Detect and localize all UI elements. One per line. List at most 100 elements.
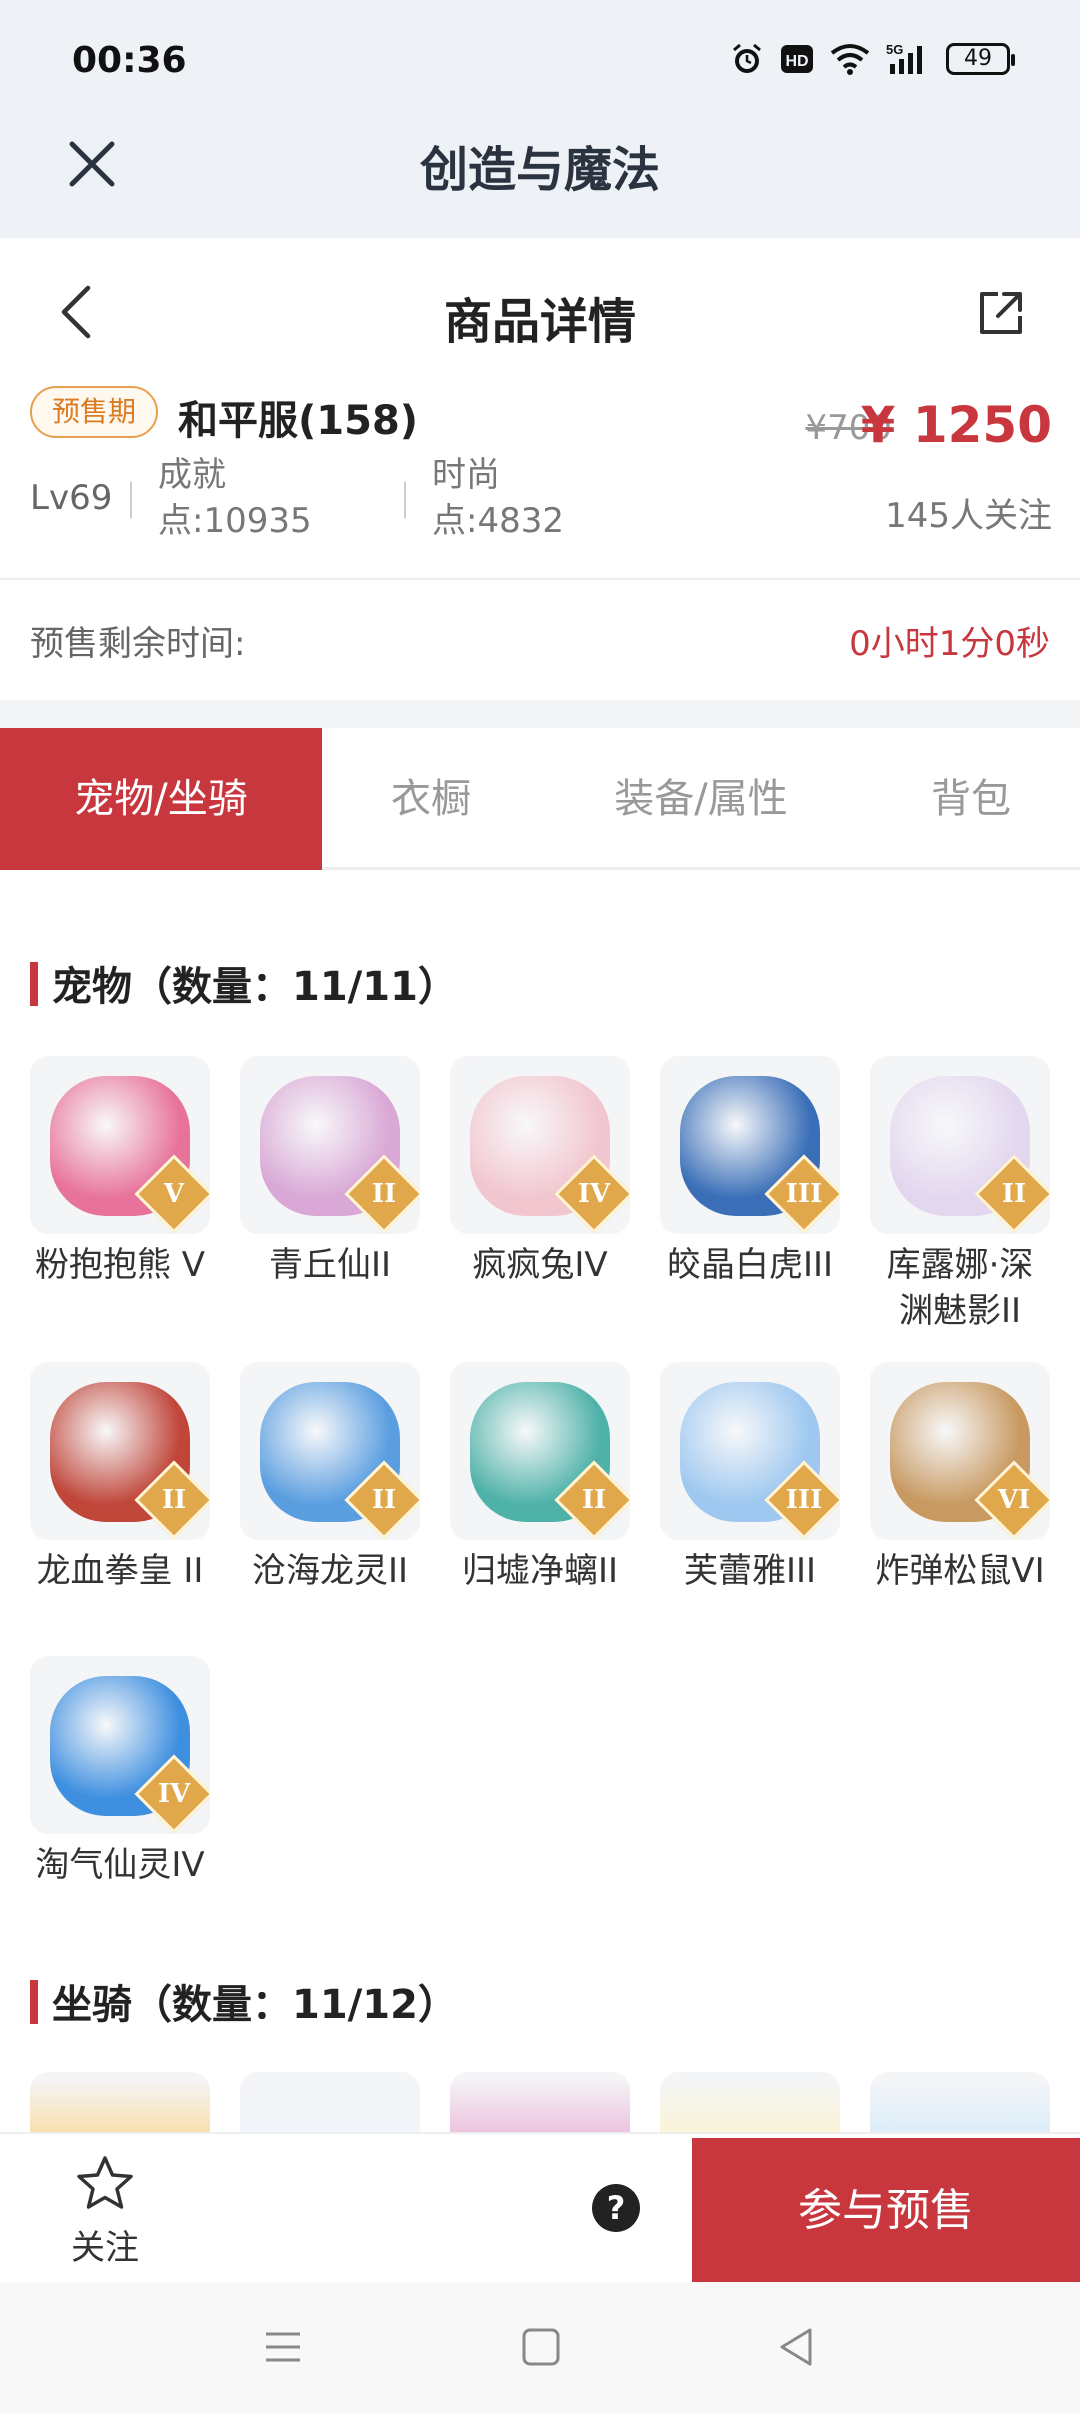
divider <box>404 482 406 518</box>
wifi-icon <box>830 42 870 76</box>
status-icons: HD 5G 49 <box>730 42 1015 76</box>
server-name: 和平服(158) <box>178 398 419 444</box>
pet-name: 炸弹松鼠VI <box>875 1551 1045 1591</box>
menu-icon[interactable] <box>258 2322 308 2372</box>
pet-image: III <box>660 1056 840 1234</box>
app-title: 创造与魔法 <box>419 142 660 198</box>
fashion-points: 时尚 点:4832 <box>432 452 564 544</box>
status-time: 00:36 <box>72 40 187 81</box>
svg-text:HD: HD <box>785 53 808 70</box>
pets-section-title: 宠物（数量：11/11） <box>30 954 458 1012</box>
star-icon <box>77 2156 133 2209</box>
pet-image: II <box>450 1362 630 1540</box>
divider <box>130 482 132 518</box>
pet-image: II <box>30 1362 210 1540</box>
join-presale-button[interactable]: 参与预售 <box>692 2138 1080 2284</box>
pet-image: III <box>660 1362 840 1540</box>
fashion-label: 时尚 <box>432 455 500 495</box>
presale-countdown: 预售剩余时间: 0小时1分0秒 <box>0 580 1080 700</box>
pet-name: 芙蕾雅III <box>683 1551 817 1591</box>
pet-name: 龙血拳皇 II <box>36 1551 204 1591</box>
question-icon[interactable]: ? <box>592 2184 640 2232</box>
tab-wardrobe[interactable]: 衣橱 <box>322 728 540 870</box>
status-bar: 00:36 HD 5G 49 <box>0 0 1080 120</box>
countdown-label: 预售剩余时间: <box>30 624 246 664</box>
rank-badge-text: V <box>163 1179 185 1209</box>
rank-badge-text: II <box>161 1485 187 1515</box>
pet-name: 库露娜·深渊魅影II <box>886 1245 1034 1331</box>
rank-badge-text: III <box>785 1485 823 1515</box>
follow-label: 关注 <box>71 2228 139 2268</box>
app-bar: 创造与魔法 <box>0 120 1080 238</box>
pet-image: VI <box>870 1362 1050 1540</box>
rank-badge-text: II <box>371 1179 397 1209</box>
mount-card[interactable] <box>660 2072 840 2132</box>
pet-card[interactable]: II 归墟净螭II <box>450 1362 630 1594</box>
pet-grid: V 粉抱抱熊 V II 青丘仙II IV 疯疯兔IV III 皎晶白虎III II 库露娜·深渊魅… <box>30 1056 1050 1896</box>
alarm-icon <box>730 42 764 76</box>
presale-badge: 预售期 <box>30 386 159 438</box>
current-price: ¥ 1250 <box>860 396 1052 454</box>
mounts-section-title: 坐骑（数量：11/12） <box>30 1972 458 2030</box>
pet-card[interactable]: II 库露娜·深渊魅影II <box>870 1056 1050 1334</box>
countdown-value: 0小时1分0秒 <box>849 624 1050 664</box>
back-icon[interactable] <box>772 2322 822 2372</box>
pet-card[interactable]: VI 炸弹松鼠VI <box>870 1362 1050 1594</box>
rank-badge-text: II <box>1001 1179 1027 1209</box>
pet-name: 青丘仙II <box>268 1245 392 1285</box>
product-info: 预售期 和平服(158) ¥700 ¥ 1250 Lv69 成就 点:10935… <box>0 378 1080 578</box>
pet-card[interactable]: II 龙血拳皇 II <box>30 1362 210 1594</box>
section-gap <box>0 700 1080 728</box>
follow-button[interactable]: 关注 <box>40 2144 170 2274</box>
tab-pets-mounts[interactable]: 宠物/坐骑 <box>0 728 322 870</box>
follower-count: 145人关注 <box>885 496 1052 536</box>
tab-bar: 宠物/坐骑 衣橱 装备/属性 背包 <box>0 728 1080 870</box>
pet-image: IV <box>30 1656 210 1834</box>
pet-name: 皎晶白虎III <box>666 1245 834 1285</box>
pet-card[interactable]: IV 淘气仙灵IV <box>30 1656 210 1888</box>
detail-header: 商品详情 <box>0 238 1080 378</box>
rank-badge-text: IV <box>157 1779 191 1809</box>
pet-name: 淘气仙灵IV <box>35 1845 205 1885</box>
rank-badge-text: II <box>371 1485 397 1515</box>
5g-signal-icon: 5G <box>886 42 930 76</box>
rank-badge-text: III <box>785 1179 823 1209</box>
mount-card[interactable] <box>450 2072 630 2132</box>
pet-image: V <box>30 1056 210 1234</box>
achievement-points: 成就 点:10935 <box>158 452 312 544</box>
home-icon[interactable] <box>516 2322 566 2372</box>
mount-card[interactable] <box>240 2072 420 2132</box>
svg-text:5G: 5G <box>886 42 903 57</box>
pet-card[interactable]: V 粉抱抱熊 V <box>30 1056 210 1288</box>
pet-name: 疯疯兔IV <box>472 1245 608 1285</box>
pet-card[interactable]: II 青丘仙II <box>240 1056 420 1288</box>
pet-name: 粉抱抱熊 V <box>34 1245 206 1285</box>
share-icon[interactable] <box>976 288 1026 338</box>
pet-card[interactable]: IV 疯疯兔IV <box>450 1056 630 1288</box>
pet-card[interactable]: III 皎晶白虎III <box>660 1056 840 1288</box>
bottom-action-bar: 关注 ? 参与预售 <box>0 2132 1080 2284</box>
account-level: Lv69 <box>30 478 113 518</box>
rank-badge-text: VI <box>997 1485 1031 1515</box>
page-title: 商品详情 <box>443 294 636 350</box>
mount-card[interactable] <box>30 2072 210 2132</box>
fashion-value: 点:4832 <box>432 501 564 541</box>
pet-card[interactable]: III 芙蕾雅III <box>660 1362 840 1594</box>
pet-name: 归墟净螭II <box>461 1551 619 1591</box>
rank-badge-text: II <box>581 1485 607 1515</box>
mount-card[interactable] <box>870 2072 1050 2132</box>
battery-icon: 49 <box>946 43 1015 75</box>
pet-image: II <box>870 1056 1050 1234</box>
hd-icon: HD <box>780 42 814 76</box>
pet-image: IV <box>450 1056 630 1234</box>
pet-card[interactable]: II 沧海龙灵II <box>240 1362 420 1594</box>
pet-name: 沧海龙灵II <box>251 1551 409 1591</box>
pet-image: II <box>240 1056 420 1234</box>
tab-backpack[interactable]: 背包 <box>862 728 1080 870</box>
achievement-value: 点:10935 <box>158 501 312 541</box>
rank-badge-text: IV <box>577 1179 611 1209</box>
achievement-label: 成就 <box>158 455 226 495</box>
system-nav-bar <box>0 2282 1080 2414</box>
tab-equipment[interactable]: 装备/属性 <box>540 728 862 870</box>
pet-image: II <box>240 1362 420 1540</box>
